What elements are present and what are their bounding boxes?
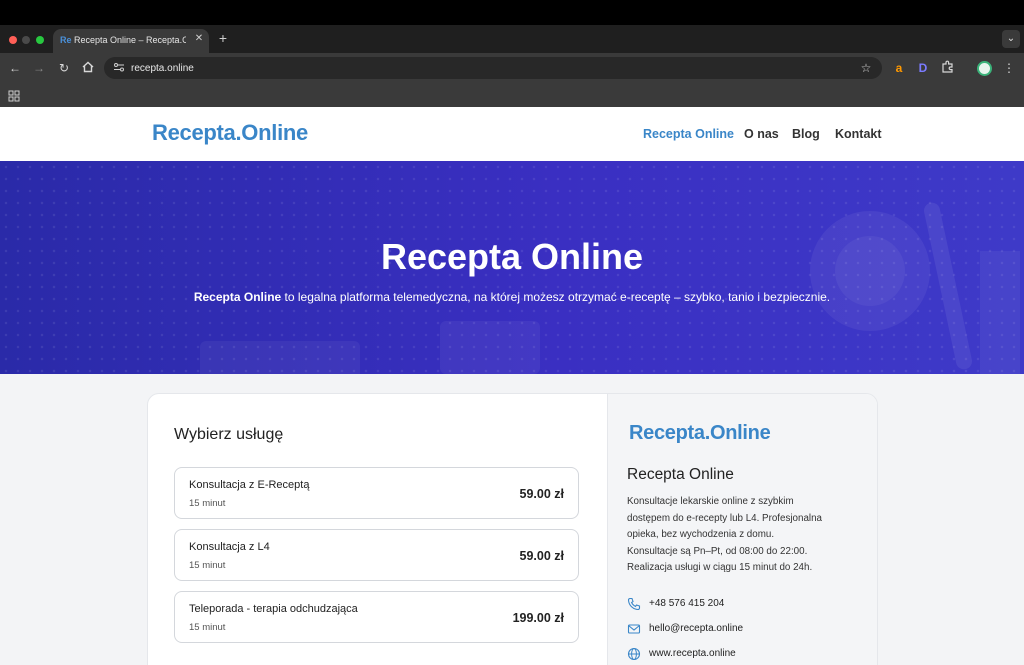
- hero-subtitle-text: to legalna platforma telemedyczna, na kt…: [281, 290, 831, 304]
- contact-phone[interactable]: +48 576 415 204: [649, 597, 724, 610]
- sidebar-business-name: Recepta Online: [627, 466, 734, 483]
- nav-link-blog[interactable]: Blog: [792, 126, 820, 142]
- contact-email[interactable]: hello@recepta.online: [649, 622, 743, 635]
- description-line: Realizacja usługi w ciągu 15 minut do 24…: [627, 562, 813, 574]
- description-line: dostępem do e-recepty lub L4. Profesjona…: [627, 512, 822, 524]
- hero-subtitle: Recepta Online to legalna platforma tele…: [0, 289, 1024, 305]
- profile-avatar[interactable]: [977, 61, 992, 76]
- tab-favicon-icon: Re: [60, 35, 72, 45]
- browser-window: Re Recepta Online – Recepta.Online ✕ + ⌄…: [0, 0, 1024, 665]
- site-logo[interactable]: Recepta.Online: [152, 119, 322, 147]
- service-option[interactable]: Konsultacja z L4 15 minut 59.00 zł: [174, 529, 579, 581]
- new-tab-icon[interactable]: +: [216, 30, 230, 46]
- bookmark-star-icon[interactable]: ☆: [859, 60, 873, 76]
- sidebar-description: Konsultacje lekarskie online z szybkim d…: [627, 494, 857, 578]
- service-option[interactable]: Konsultacja z E-Receptą 15 minut 59.00 z…: [174, 467, 579, 519]
- service-name: Teleporada - terapia odchudzająca: [189, 603, 358, 615]
- tab-search-chevron-icon[interactable]: ⌄: [1002, 30, 1020, 48]
- home-icon[interactable]: [80, 60, 96, 76]
- forward-icon[interactable]: →: [31, 60, 47, 76]
- service-price: 199.00 zł: [512, 611, 564, 625]
- description-line: opieka, bez wychodzenia z domu.: [627, 529, 775, 541]
- service-duration: 15 minut: [189, 560, 226, 571]
- menu-kebab-icon[interactable]: ⋮: [1003, 60, 1015, 76]
- phone-icon: [627, 597, 641, 611]
- tab-title[interactable]: Recepta Online – Recepta.Online: [74, 34, 186, 46]
- maximize-window-button[interactable]: [36, 36, 44, 44]
- service-name: Konsultacja z L4: [189, 541, 270, 553]
- d-extension-icon[interactable]: D: [915, 60, 931, 76]
- hero-background-shapes: [200, 321, 540, 374]
- nav-link-o-nas[interactable]: O nas: [744, 126, 779, 142]
- services-title: Wybierz usługę: [174, 426, 284, 443]
- apps-grid-icon[interactable]: [8, 89, 20, 102]
- globe-icon: [627, 647, 641, 661]
- close-window-button[interactable]: [9, 36, 17, 44]
- bookmarks-bar: [0, 85, 1024, 107]
- service-name: Konsultacja z E-Receptą: [189, 479, 310, 491]
- service-duration: 15 minut: [189, 498, 226, 509]
- minimize-window-button[interactable]: [22, 36, 30, 44]
- description-line: Konsultacje są Pn–Pt, od 08:00 do 22:00.: [627, 545, 808, 557]
- mail-icon: [627, 622, 641, 636]
- back-icon[interactable]: ←: [7, 60, 23, 76]
- service-price: 59.00 zł: [519, 549, 564, 563]
- site-info-icon[interactable]: [112, 61, 126, 75]
- service-duration: 15 minut: [189, 622, 226, 633]
- hero-banner: Recepta Online Recepta Online to legalna…: [0, 161, 1024, 374]
- site-header: Recepta.Online Recepta Online O nas Blog…: [0, 107, 1024, 161]
- nav-link-kontakt[interactable]: Kontakt: [835, 126, 882, 142]
- service-option[interactable]: Teleporada - terapia odchudzająca 15 min…: [174, 591, 579, 643]
- extensions-puzzle-icon[interactable]: [940, 60, 956, 76]
- url-text[interactable]: recepta.online: [131, 62, 331, 75]
- reload-icon[interactable]: ↻: [56, 60, 72, 76]
- hero-title: Recepta Online: [380, 236, 644, 277]
- amazon-extension-icon[interactable]: a: [891, 60, 907, 76]
- service-price: 59.00 zł: [519, 487, 564, 501]
- nav-link-recepta-online[interactable]: Recepta Online: [643, 126, 734, 142]
- tab-close-icon[interactable]: ✕: [193, 32, 205, 46]
- hero-background-illustration: [810, 202, 1020, 374]
- contact-website[interactable]: www.recepta.online: [649, 647, 736, 660]
- description-line: Konsultacje lekarskie online z szybkim: [627, 496, 794, 507]
- sidebar-logo: Recepta.Online: [629, 422, 771, 444]
- hero-subtitle-brand: Recepta Online: [193, 290, 282, 304]
